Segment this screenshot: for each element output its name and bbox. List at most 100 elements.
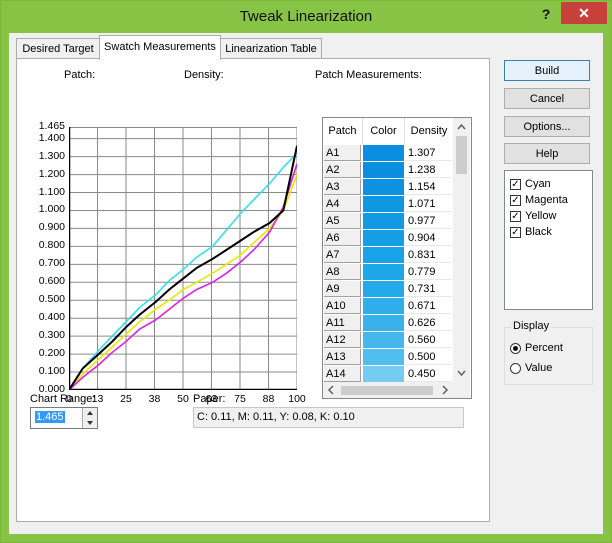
density-label: Density: <box>184 69 224 81</box>
x-tick-label: 88 <box>262 393 275 405</box>
density-cell[interactable]: 1.071 <box>406 196 452 212</box>
percent-radio-label[interactable]: Percent <box>525 342 563 354</box>
patch-cell[interactable]: A14 <box>324 366 361 382</box>
density-cell[interactable]: 0.450 <box>406 366 452 382</box>
patch-cell[interactable]: A2 <box>324 162 361 178</box>
channel-label[interactable]: Black <box>525 226 552 238</box>
table-row[interactable]: A10 0.671 <box>323 298 453 315</box>
chart-range-stepper[interactable]: 1.465 <box>30 407 98 429</box>
table-row[interactable]: A4 1.071 <box>323 196 453 213</box>
color-swatch <box>363 213 404 229</box>
patch-cell[interactable]: A11 <box>324 315 361 331</box>
channel-list: ✓ Cyan ✓ Magenta ✓ Yellow ✓ Black <box>504 170 593 310</box>
table-row[interactable]: A14 0.450 <box>323 366 453 383</box>
patch-cell[interactable]: A13 <box>324 349 361 365</box>
channel-checkbox[interactable]: ✓ <box>510 179 521 190</box>
density-cell[interactable]: 0.626 <box>406 315 452 331</box>
density-cell[interactable]: 1.154 <box>406 179 452 195</box>
options-button[interactable]: Options... <box>504 116 590 137</box>
density-cell[interactable]: 0.977 <box>406 213 452 229</box>
table-row[interactable]: A6 0.904 <box>323 230 453 247</box>
density-cell[interactable]: 0.731 <box>406 281 452 297</box>
color-swatch <box>363 315 404 331</box>
table-row[interactable]: A7 0.831 <box>323 247 453 264</box>
stepper-down-button[interactable] <box>82 418 97 428</box>
patch-cell[interactable]: A12 <box>324 332 361 348</box>
channel-checkbox[interactable]: ✓ <box>510 211 521 222</box>
dialog-window: Tweak Linearization ? ✕ Desired Target S… <box>0 0 612 543</box>
table-row[interactable]: A13 0.500 <box>323 349 453 366</box>
hscrollbar-thumb <box>341 386 433 395</box>
window-right-border <box>603 33 611 534</box>
patch-cell[interactable]: A3 <box>324 179 361 195</box>
percent-radio[interactable] <box>510 343 521 354</box>
patch-cell[interactable]: A6 <box>324 230 361 246</box>
channel-label[interactable]: Magenta <box>525 194 568 206</box>
tab-desired-target[interactable]: Desired Target <box>16 38 100 59</box>
value-radio[interactable] <box>510 363 521 374</box>
channel-label[interactable]: Cyan <box>525 178 551 190</box>
density-cell[interactable]: 0.560 <box>406 332 452 348</box>
patch-cell[interactable]: A9 <box>324 281 361 297</box>
chart-range-label: Chart Range: <box>30 393 96 405</box>
color-swatch <box>363 332 404 348</box>
table-row[interactable]: A5 0.977 <box>323 213 453 230</box>
patch-table: Patch Color Density A1 1.307 A2 1.238 A3 1.15… <box>322 117 472 399</box>
density-cell[interactable]: 1.238 <box>406 162 452 178</box>
color-swatch <box>363 247 404 263</box>
density-cell[interactable]: 1.307 <box>406 145 452 161</box>
density-cell[interactable]: 0.779 <box>406 264 452 280</box>
channel-checkbox[interactable]: ✓ <box>510 227 521 238</box>
tab-linearization-table[interactable]: Linearization Table <box>220 38 322 59</box>
column-header-density[interactable]: Density <box>405 118 454 144</box>
patch-cell[interactable]: A4 <box>324 196 361 212</box>
column-header-patch[interactable]: Patch <box>323 118 363 144</box>
y-tick-label: 0.100 <box>38 365 65 378</box>
density-cell[interactable]: 0.904 <box>406 230 452 246</box>
table-row[interactable]: A3 1.154 <box>323 179 453 196</box>
table-row[interactable]: A1 1.307 <box>323 145 453 162</box>
tab-swatch-measurements[interactable]: Swatch Measurements <box>99 35 221 60</box>
vertical-scrollbar[interactable] <box>453 118 470 398</box>
title-bar: Tweak Linearization ? ✕ <box>1 1 611 33</box>
patch-cell[interactable]: A10 <box>324 298 361 314</box>
density-cell[interactable]: 0.500 <box>406 349 452 365</box>
patch-cell[interactable]: A1 <box>324 145 361 161</box>
patch-cell[interactable]: A7 <box>324 247 361 263</box>
build-button[interactable]: Build <box>504 60 590 81</box>
patch-cell[interactable]: A5 <box>324 213 361 229</box>
table-row[interactable]: A8 0.779 <box>323 264 453 281</box>
help-icon[interactable]: ? <box>534 3 558 25</box>
color-swatch <box>363 349 404 365</box>
cancel-button[interactable]: Cancel <box>504 88 590 109</box>
x-tick-label: 38 <box>148 393 161 405</box>
scroll-down-icon <box>457 370 466 377</box>
x-tick-label: 75 <box>234 393 246 405</box>
channel-label[interactable]: Yellow <box>525 210 556 222</box>
scroll-right-icon <box>442 385 449 395</box>
y-tick-label: 0.700 <box>38 257 65 270</box>
y-tick-label: 0.800 <box>38 239 65 252</box>
channel-checkbox[interactable]: ✓ <box>510 195 521 206</box>
paper-label: Paper: <box>193 393 226 405</box>
y-tick-label: 1.000 <box>38 203 65 216</box>
y-tick-label: 0.500 <box>38 293 65 306</box>
column-header-color[interactable]: Color <box>363 118 405 144</box>
y-tick-label: 1.400 <box>38 131 65 144</box>
table-row[interactable]: A11 0.626 <box>323 315 453 332</box>
table-row[interactable]: A12 0.560 <box>323 332 453 349</box>
density-cell[interactable]: 0.831 <box>406 247 452 263</box>
swatch-measurements-panel: Patch: Density: 0.000 0.100 0.200 0.300 0.40… <box>16 58 490 522</box>
horizontal-scrollbar[interactable] <box>323 382 453 398</box>
table-row[interactable]: A2 1.238 <box>323 162 453 179</box>
value-radio-label[interactable]: Value <box>525 362 552 374</box>
help-button[interactable]: Help <box>504 143 590 164</box>
close-button[interactable]: ✕ <box>561 2 607 24</box>
table-row[interactable]: A9 0.731 <box>323 281 453 298</box>
x-tick-label: 25 <box>120 393 132 405</box>
density-cell[interactable]: 0.671 <box>406 298 452 314</box>
color-swatch <box>363 366 404 382</box>
color-swatch <box>363 264 404 280</box>
chart-range-value[interactable]: 1.465 <box>35 411 65 423</box>
patch-cell[interactable]: A8 <box>324 264 361 280</box>
